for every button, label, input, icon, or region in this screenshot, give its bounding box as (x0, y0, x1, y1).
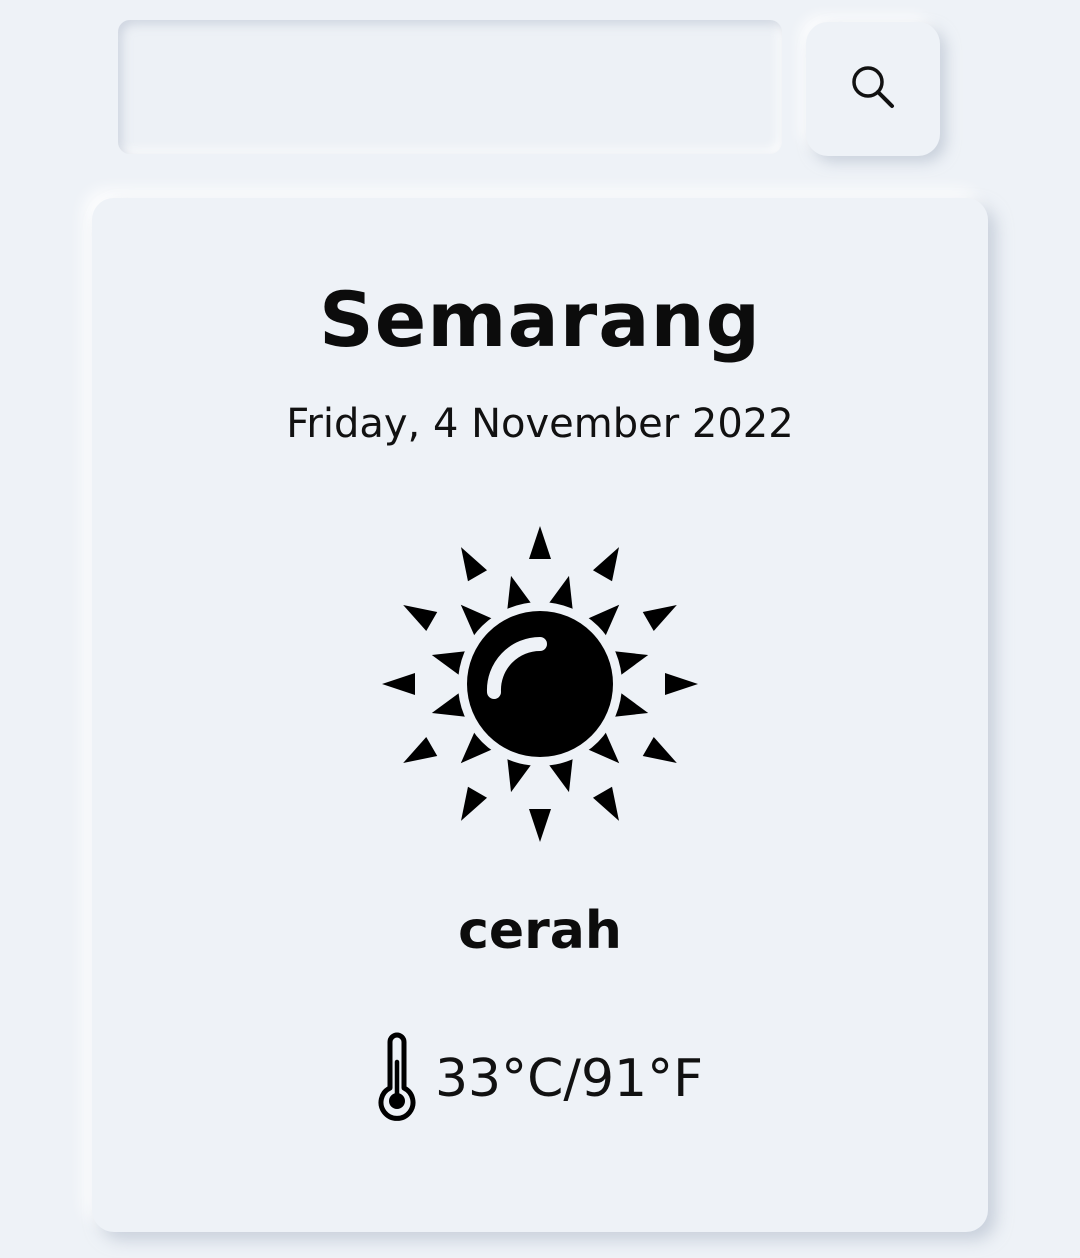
search-button[interactable] (806, 22, 940, 156)
search-bar (118, 20, 940, 156)
weather-condition: cerah (458, 901, 622, 961)
city-name: Semarang (318, 275, 762, 364)
temperature-value: 33°C/91°F (434, 1049, 704, 1109)
current-date: Friday, 4 November 2022 (286, 401, 794, 447)
search-icon (849, 63, 897, 115)
sun-icon (380, 524, 700, 844)
thermometer-icon (377, 1032, 417, 1126)
search-input[interactable] (118, 20, 782, 154)
weather-card: Semarang Friday, 4 November 2022 cerah 3… (92, 198, 988, 1232)
temperature-row: 33°C/91°F (92, 1032, 988, 1126)
